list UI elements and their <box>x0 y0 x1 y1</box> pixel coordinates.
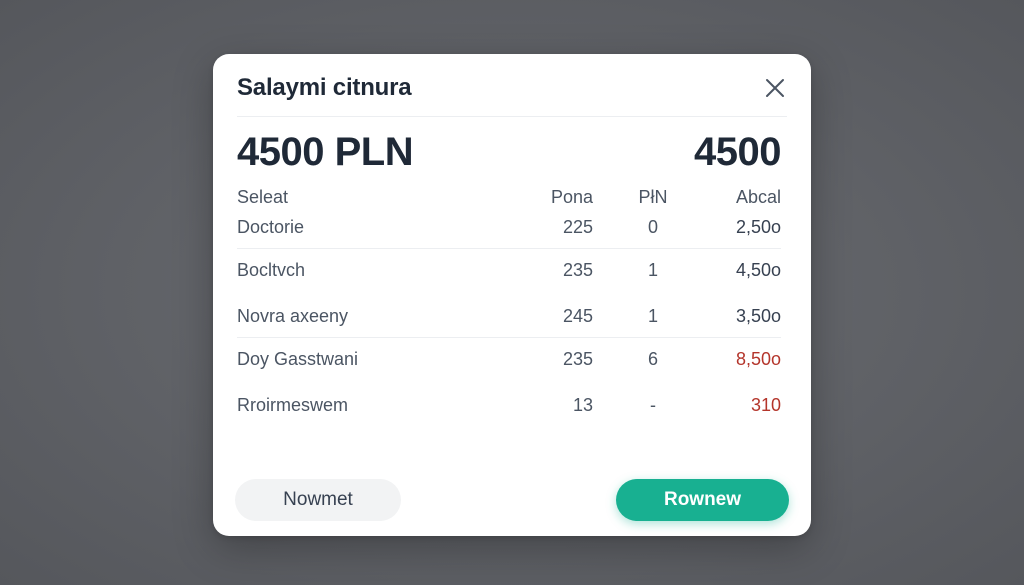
table-header: Seleat Pona PłN Abcal <box>237 182 781 212</box>
table-row: Bocltvch 235 1 4,50o <box>237 255 781 285</box>
header-name: Seleat <box>237 187 289 207</box>
close-icon <box>766 79 784 97</box>
total-amount: 4500 PLN <box>237 130 414 174</box>
total-value: 4500 <box>694 130 781 174</box>
secondary-button[interactable]: Nowmet <box>235 479 401 521</box>
row-name: Rroirmeswem <box>237 395 349 415</box>
row-name: Doctorie <box>237 217 305 237</box>
row-divider <box>237 248 781 249</box>
dialog-title: Salaymi citnura <box>237 74 412 101</box>
row-a: 235 <box>562 349 593 369</box>
table-row: Novra axeeny 245 1 3,50o <box>237 301 781 331</box>
row-name: Doy Gasstwani <box>237 349 359 369</box>
table-row: Doy Gasstwani 235 6 8,50o <box>237 344 781 374</box>
title-divider <box>237 116 787 117</box>
row-c: 8,50o <box>735 349 781 369</box>
row-a: 235 <box>562 260 593 280</box>
row-c: 3,50o <box>735 306 781 326</box>
row-a: 13 <box>572 395 593 415</box>
row-a: 245 <box>562 306 593 326</box>
primary-button[interactable]: Rownew <box>616 479 789 521</box>
header-a: Pona <box>550 187 593 207</box>
row-c: 2,50o <box>735 217 781 237</box>
close-button[interactable] <box>763 76 787 100</box>
row-name: Novra axeeny <box>237 306 349 326</box>
row-divider <box>237 337 781 338</box>
row-a: 225 <box>562 217 593 237</box>
row-name: Bocltvch <box>237 260 306 280</box>
summary-table: Seleat Pona PłN Abcal Doctorie 225 0 2,5… <box>237 182 781 420</box>
dialog: Salaymi citnura 4500 PLN 4500 Seleat Pon… <box>213 54 811 536</box>
header-c: Abcal <box>735 187 781 207</box>
row-c: 310 <box>750 395 781 415</box>
row-c: 4,50o <box>735 260 781 280</box>
table-row: Rroirmeswem 13 - 310 <box>237 390 781 420</box>
table-row: Doctorie 225 0 2,50o <box>237 212 781 242</box>
